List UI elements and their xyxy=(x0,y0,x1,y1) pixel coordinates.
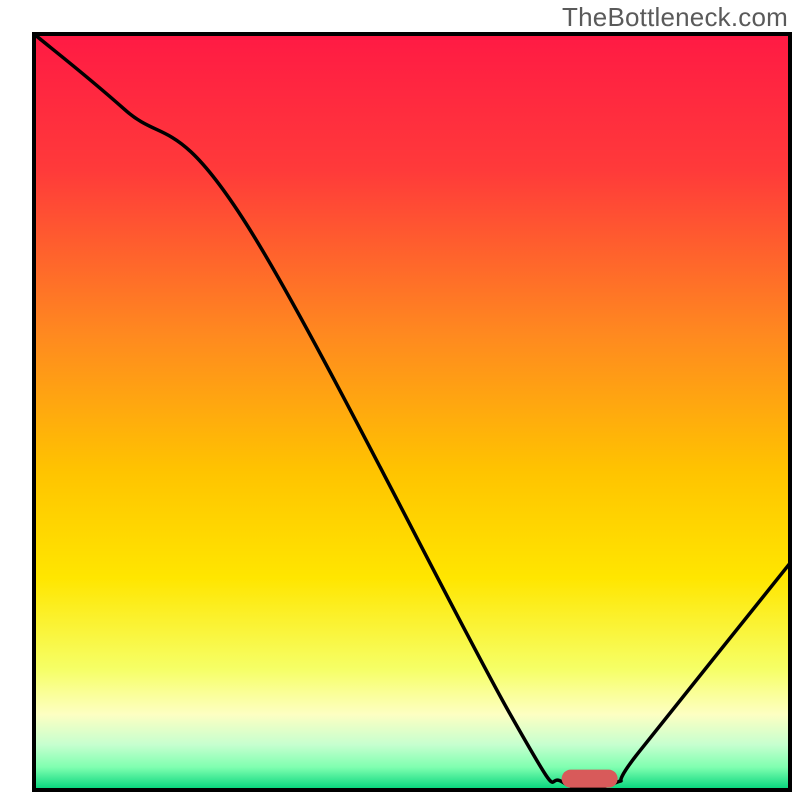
bottleneck-chart xyxy=(0,0,800,800)
plot-background xyxy=(34,34,790,790)
optimum-marker xyxy=(562,770,618,788)
chart-stage: TheBottleneck.com xyxy=(0,0,800,800)
